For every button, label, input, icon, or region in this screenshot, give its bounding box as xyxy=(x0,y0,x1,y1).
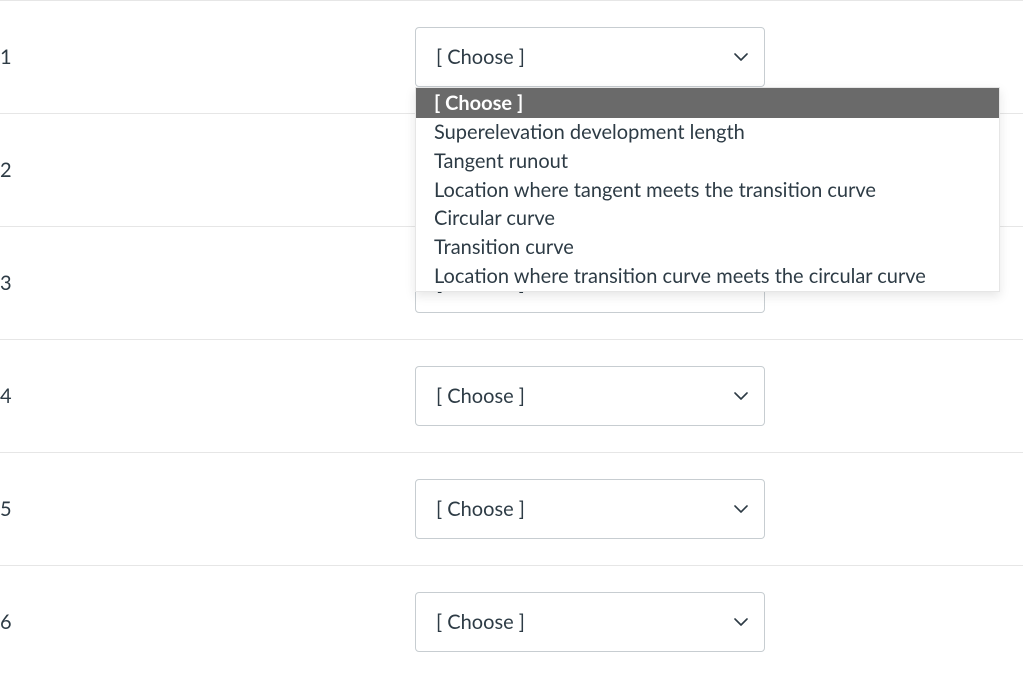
matching-row-4: 4 [ Choose ] xyxy=(0,340,1023,453)
matching-row-6: 6 [ Choose ] xyxy=(0,566,1023,679)
row-label: 1 xyxy=(0,1,415,114)
row-label: 3 xyxy=(0,227,415,340)
answer-select-5[interactable]: [ Choose ] xyxy=(415,479,765,539)
chevron-down-icon xyxy=(734,389,748,403)
select-value: [ Choose ] xyxy=(436,45,525,69)
dropdown-option[interactable]: Superelevation development length xyxy=(416,118,999,147)
matching-question-table: 1 [ Choose ] [ Choose ] Superelevation d… xyxy=(0,0,1023,678)
chevron-down-icon xyxy=(734,615,748,629)
answer-select-1[interactable]: [ Choose ] xyxy=(415,27,765,87)
matching-row-5: 5 [ Choose ] xyxy=(0,453,1023,566)
select-value: [ Choose ] xyxy=(436,497,525,521)
dropdown-option[interactable]: [ Choose ] xyxy=(416,88,999,118)
select-value: [ Choose ] xyxy=(436,384,525,408)
chevron-down-icon xyxy=(734,50,748,64)
row-label: 6 xyxy=(0,566,415,679)
chevron-down-icon xyxy=(734,502,748,516)
row-label: 5 xyxy=(0,453,415,566)
dropdown-option[interactable]: Circular curve xyxy=(416,204,999,233)
row-label: 4 xyxy=(0,340,415,453)
dropdown-option[interactable]: Location where transition curve meets th… xyxy=(416,262,999,291)
row-label: 2 xyxy=(0,114,415,227)
dropdown-option[interactable]: Transition curve xyxy=(416,233,999,262)
answer-select-6[interactable]: [ Choose ] xyxy=(415,592,765,652)
matching-row-1: 1 [ Choose ] [ Choose ] Superelevation d… xyxy=(0,1,1023,114)
select-value: [ Choose ] xyxy=(436,610,525,634)
answer-select-4[interactable]: [ Choose ] xyxy=(415,366,765,426)
answer-dropdown-1[interactable]: [ Choose ] Superelevation development le… xyxy=(415,87,1000,292)
dropdown-option[interactable]: Location where tangent meets the transit… xyxy=(416,176,999,205)
dropdown-option[interactable]: Tangent runout xyxy=(416,147,999,176)
